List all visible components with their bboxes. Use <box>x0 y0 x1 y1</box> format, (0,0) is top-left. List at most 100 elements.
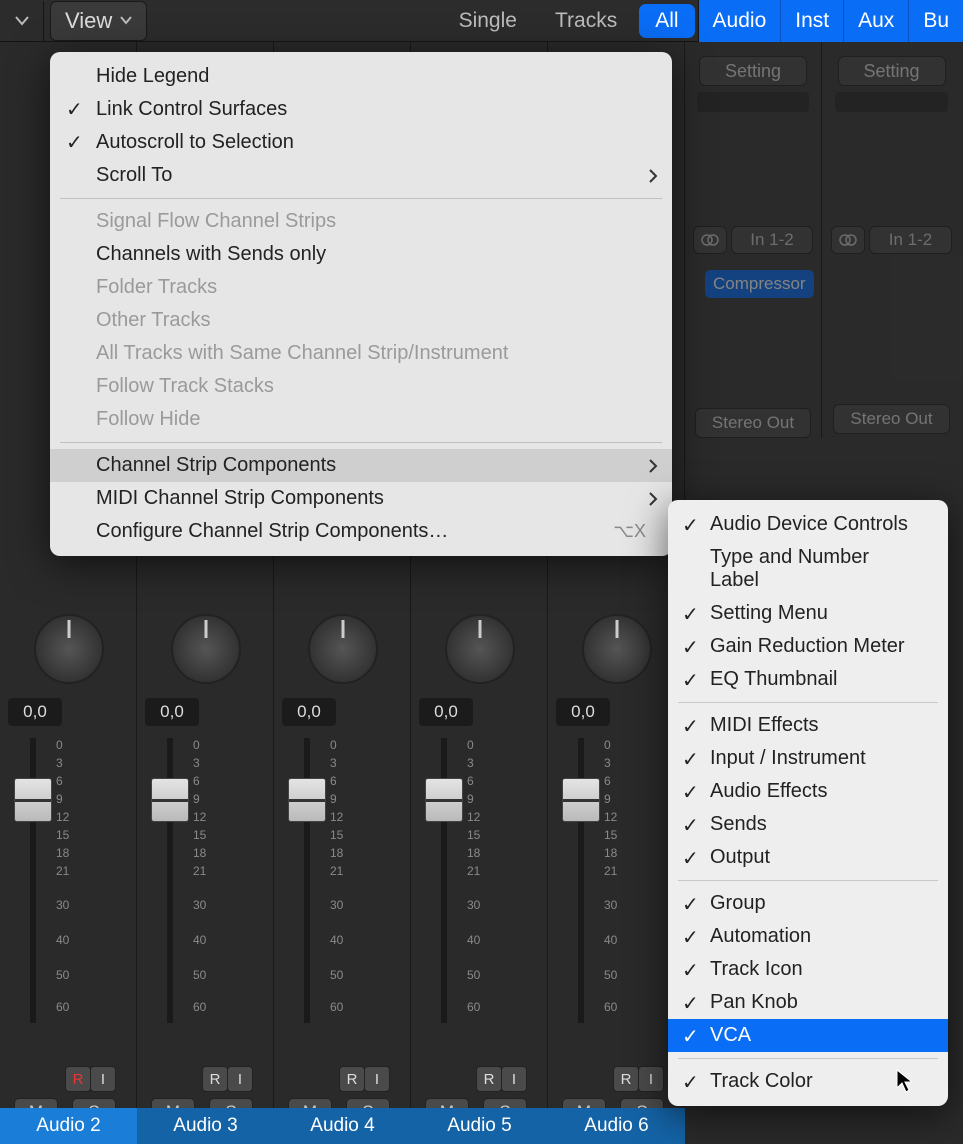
submenu-item[interactable]: ✓Sends <box>668 808 948 841</box>
scale-tick: 60 <box>330 1000 343 1014</box>
menu-separator <box>60 198 662 199</box>
chevron-down-icon <box>120 16 132 25</box>
track-name[interactable]: Audio 5 <box>411 1108 548 1144</box>
submenu-item-label: Input / Instrument <box>710 747 866 769</box>
pan-knob[interactable] <box>308 614 378 684</box>
record-input-buttons: RI <box>66 1066 116 1092</box>
record-enable-button[interactable]: R <box>202 1066 228 1092</box>
pan-knob[interactable] <box>34 614 104 684</box>
pan-knob[interactable] <box>582 614 652 684</box>
menu-separator <box>60 442 662 443</box>
scale-tick: 15 <box>467 828 480 842</box>
scale-tick: 50 <box>56 968 69 982</box>
submenu-item[interactable]: ✓Audio Effects <box>668 775 948 808</box>
submenu-item[interactable]: ✓Output <box>668 841 948 874</box>
record-enable-button[interactable]: R <box>65 1066 91 1092</box>
pan-knob[interactable] <box>171 614 241 684</box>
pan-value: 0,0 <box>145 698 199 726</box>
pan-knob[interactable] <box>445 614 515 684</box>
scale-tick: 60 <box>467 1000 480 1014</box>
submenu-item[interactable]: ✓Audio Device Controls <box>668 508 948 541</box>
record-enable-button[interactable]: R <box>339 1066 365 1092</box>
input-monitor-button[interactable]: I <box>638 1066 664 1092</box>
input-monitor-button[interactable]: I <box>90 1066 116 1092</box>
submenu-item[interactable]: ✓VCA <box>668 1019 948 1052</box>
submenu-item[interactable]: ✓MIDI Effects <box>668 709 948 742</box>
fader[interactable]: 03691215182130405060 <box>137 738 274 1023</box>
menu-item[interactable]: Channels with Sends only <box>50 238 672 271</box>
menu-item-label: Other Tracks <box>96 309 210 332</box>
filter-aux[interactable]: Aux <box>844 0 909 42</box>
fader[interactable]: 03691215182130405060 <box>274 738 411 1023</box>
scale-tick: 18 <box>330 846 343 860</box>
scale-tick: 0 <box>604 738 611 752</box>
menu-item[interactable]: MIDI Channel Strip Components <box>50 482 672 515</box>
fader[interactable]: 03691215182130405060 <box>0 738 137 1023</box>
scale-tick: 60 <box>56 1000 69 1014</box>
submenu-item-label: Group <box>710 892 766 914</box>
menu-separator <box>678 702 938 703</box>
menu-dropdown-button[interactable] <box>0 1 44 41</box>
scale-tick: 40 <box>467 933 480 947</box>
submenu-item-label: Setting Menu <box>710 602 828 624</box>
track-name[interactable]: Audio 4 <box>274 1108 411 1144</box>
submenu-item[interactable]: ✓Input / Instrument <box>668 742 948 775</box>
submenu-item[interactable]: ✓Group <box>668 887 948 920</box>
tab-tracks[interactable]: Tracks <box>539 4 633 38</box>
scale-tick: 6 <box>467 774 474 788</box>
menu-item-label: MIDI Channel Strip Components <box>96 487 384 510</box>
scale-tick: 15 <box>193 828 206 842</box>
scale-tick: 60 <box>604 1000 617 1014</box>
scale-tick: 6 <box>193 774 200 788</box>
pan-value: 0,0 <box>556 698 610 726</box>
track-name[interactable]: Audio 3 <box>137 1108 274 1144</box>
filter-inst[interactable]: Inst <box>781 0 844 42</box>
tab-all[interactable]: All <box>639 4 694 38</box>
fader[interactable]: 03691215182130405060 <box>548 738 685 1023</box>
menu-item[interactable]: Hide Legend <box>50 60 672 93</box>
submenu-item[interactable]: ✓Gain Reduction Meter <box>668 630 948 663</box>
fader[interactable]: 03691215182130405060 <box>411 738 548 1023</box>
view-menu-button[interactable]: View <box>50 1 147 41</box>
submenu-item[interactable]: Type and Number Label <box>668 541 948 597</box>
submenu-item[interactable]: ✓Automation <box>668 920 948 953</box>
filter-bus[interactable]: Bu <box>909 0 963 42</box>
submenu-item-label: Track Icon <box>710 958 803 980</box>
input-monitor-button[interactable]: I <box>227 1066 253 1092</box>
tab-single[interactable]: Single <box>443 4 533 38</box>
checkmark-icon: ✓ <box>66 130 83 155</box>
menu-item[interactable]: ✓Autoscroll to Selection <box>50 126 672 159</box>
menu-item-label: Configure Channel Strip Components… <box>96 520 448 543</box>
submenu-item[interactable]: ✓Pan Knob <box>668 986 948 1019</box>
record-enable-button[interactable]: R <box>613 1066 639 1092</box>
menu-item-label: Folder Tracks <box>96 276 217 299</box>
view-menu-label: View <box>65 8 112 34</box>
scale-tick: 30 <box>467 898 480 912</box>
input-monitor-button[interactable]: I <box>364 1066 390 1092</box>
scale-tick: 21 <box>193 864 206 878</box>
track-name[interactable]: Audio 2 <box>0 1108 137 1144</box>
submenu-item[interactable]: ✓EQ Thumbnail <box>668 663 948 696</box>
checkmark-icon: ✓ <box>682 635 699 660</box>
submenu-item[interactable]: ✓Setting Menu <box>668 597 948 630</box>
filter-audio[interactable]: Audio <box>699 0 782 42</box>
input-monitor-button[interactable]: I <box>501 1066 527 1092</box>
submenu-item[interactable]: ✓Track Icon <box>668 953 948 986</box>
menu-item[interactable]: Channel Strip Components <box>50 449 672 482</box>
scale-tick: 9 <box>193 792 200 806</box>
menu-item[interactable]: Configure Channel Strip Components…⌥X <box>50 515 672 548</box>
menu-item[interactable]: ✓Link Control Surfaces <box>50 93 672 126</box>
checkmark-icon: ✓ <box>682 668 699 693</box>
menu-item[interactable]: Scroll To <box>50 159 672 192</box>
submenu-item-label: MIDI Effects <box>710 714 819 736</box>
chevron-right-icon <box>648 459 658 473</box>
menu-item-label: Scroll To <box>96 164 172 187</box>
record-enable-button[interactable]: R <box>476 1066 502 1092</box>
checkmark-icon: ✓ <box>682 925 699 950</box>
scale-tick: 0 <box>467 738 474 752</box>
scale-tick: 40 <box>193 933 206 947</box>
track-name[interactable]: Audio 6 <box>548 1108 685 1144</box>
menu-item-label: Channel Strip Components <box>96 454 336 477</box>
scale-tick: 15 <box>56 828 69 842</box>
scale-tick: 40 <box>330 933 343 947</box>
